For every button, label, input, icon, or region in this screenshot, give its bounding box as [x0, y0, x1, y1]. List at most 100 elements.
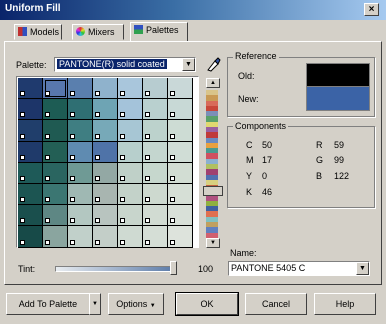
swatch-cell[interactable]: [18, 99, 43, 121]
old-color-swatch: [306, 63, 370, 88]
swatch-cell[interactable]: [93, 78, 118, 100]
palette-strip[interactable]: [205, 90, 219, 238]
swatch-cell[interactable]: [168, 162, 193, 184]
eyedropper-button[interactable]: [205, 55, 221, 73]
cancel-label: Cancel: [261, 299, 290, 309]
ok-button[interactable]: OK: [175, 292, 239, 316]
swatch-cell[interactable]: [43, 205, 68, 227]
swatch-marker: [70, 133, 75, 139]
swatch-cell[interactable]: [118, 226, 143, 248]
swatch-marker: [145, 133, 150, 139]
swatch-marker: [170, 154, 175, 160]
swatch-cell[interactable]: [143, 162, 168, 184]
close-button[interactable]: ×: [364, 3, 379, 16]
swatch-cell[interactable]: [143, 205, 168, 227]
swatch-cell[interactable]: [43, 226, 68, 248]
swatch-cell[interactable]: [168, 120, 193, 142]
swatch-cell[interactable]: [143, 183, 168, 206]
swatch-cell[interactable]: [93, 226, 118, 248]
swatch-cell[interactable]: [143, 78, 168, 100]
swatch-cell[interactable]: [43, 78, 68, 100]
swatch-cell[interactable]: [118, 120, 143, 142]
swatch-cell[interactable]: [18, 78, 43, 100]
swatch-cell[interactable]: [93, 120, 118, 142]
scroll-up-button[interactable]: ▲: [206, 78, 220, 88]
add-to-palette-button[interactable]: Add To Palette: [6, 293, 90, 315]
add-to-palette-menu-button[interactable]: ▼: [89, 293, 101, 315]
palettes-icon: [134, 25, 143, 34]
c-label: C: [246, 140, 253, 150]
swatch-cell[interactable]: [118, 99, 143, 121]
swatch-cell[interactable]: [68, 226, 93, 248]
swatch-cell[interactable]: [68, 78, 93, 100]
swatch-cell[interactable]: [43, 120, 68, 142]
swatch-cell[interactable]: [68, 141, 93, 163]
options-button[interactable]: Options ▼: [108, 293, 164, 315]
swatch-cell[interactable]: [143, 120, 168, 142]
swatch-cell[interactable]: [68, 183, 93, 206]
swatch-marker: [70, 197, 75, 203]
chevron-down-icon: ▼: [149, 303, 156, 309]
b-value: 122: [334, 171, 350, 181]
swatch-marker: [95, 197, 100, 203]
swatch-cell[interactable]: [168, 183, 193, 206]
swatch-cell[interactable]: [18, 205, 43, 227]
swatch-cell[interactable]: [43, 183, 68, 206]
swatch-cell[interactable]: [118, 141, 143, 163]
swatch-cell[interactable]: [68, 99, 93, 121]
swatch-cell[interactable]: [93, 141, 118, 163]
swatch-cell[interactable]: [68, 162, 93, 184]
c-value: 50: [262, 140, 273, 150]
tab-palettes[interactable]: Palettes: [130, 22, 188, 42]
swatch-cell[interactable]: [168, 205, 193, 227]
name-label: Name:: [230, 248, 257, 258]
swatch-cell[interactable]: [43, 99, 68, 121]
components-title: Components: [233, 121, 289, 131]
swatch-cell[interactable]: [18, 141, 43, 163]
tint-slider-track[interactable]: [55, 266, 177, 272]
swatch-cell[interactable]: [18, 162, 43, 184]
scroll-down-button[interactable]: ▼: [206, 238, 220, 248]
name-select[interactable]: PANTONE 5405 C ▼: [228, 261, 370, 276]
swatch-marker: [120, 218, 125, 224]
swatch-marker: [145, 218, 150, 224]
swatch-cell[interactable]: [93, 183, 118, 206]
swatch-cell[interactable]: [118, 78, 143, 100]
swatch-marker: [145, 239, 150, 245]
strip-thumb[interactable]: [203, 186, 223, 196]
swatch-cell[interactable]: [93, 162, 118, 184]
swatch-cell[interactable]: [168, 141, 193, 163]
swatch-marker: [20, 133, 25, 139]
swatch-cell[interactable]: [143, 141, 168, 163]
swatch-cell[interactable]: [93, 205, 118, 227]
swatch-cell[interactable]: [118, 183, 143, 206]
swatch-cell[interactable]: [118, 162, 143, 184]
swatch-cell[interactable]: [18, 120, 43, 142]
tab-models[interactable]: Models: [14, 24, 62, 40]
swatch-cell[interactable]: [43, 162, 68, 184]
palette-select[interactable]: PANTONE(R) solid coated ▼: [54, 57, 196, 72]
swatch-cell[interactable]: [43, 141, 68, 163]
swatch-cell[interactable]: [68, 205, 93, 227]
swatch-cell[interactable]: [18, 183, 43, 206]
swatch-cell[interactable]: [143, 99, 168, 121]
swatch-cell[interactable]: [168, 99, 193, 121]
swatch-cell[interactable]: [168, 226, 193, 248]
swatch-marker: [95, 175, 100, 181]
swatch-cell[interactable]: [168, 78, 193, 100]
g-value: 99: [334, 155, 345, 165]
swatch-marker: [120, 239, 125, 245]
help-button[interactable]: Help: [314, 293, 376, 315]
swatch-cell[interactable]: [143, 226, 168, 248]
tab-palettes-label: Palettes: [146, 25, 179, 35]
tab-mixers[interactable]: Mixers: [72, 24, 124, 40]
tint-slider-thumb[interactable]: [170, 261, 177, 275]
k-label: K: [246, 187, 253, 197]
swatch-cell[interactable]: [68, 120, 93, 142]
swatch-marker: [170, 218, 175, 224]
swatch-cell[interactable]: [93, 99, 118, 121]
swatch-cell[interactable]: [118, 205, 143, 227]
swatch-marker: [120, 175, 125, 181]
cancel-button[interactable]: Cancel: [245, 293, 307, 315]
swatch-cell[interactable]: [18, 226, 43, 248]
